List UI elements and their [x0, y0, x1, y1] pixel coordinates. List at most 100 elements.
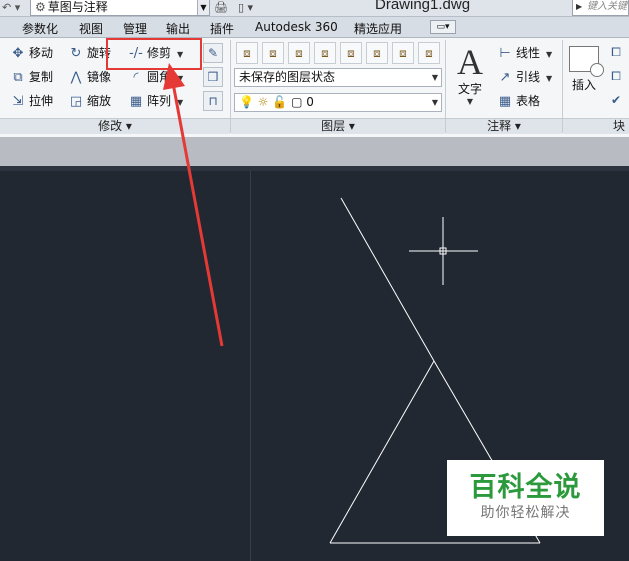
- layer-state-value: 未保存的图层状态: [239, 70, 336, 84]
- layer-icon[interactable]: ▯ ▾: [238, 0, 253, 16]
- layer-unisolate-icon[interactable]: ⧈: [314, 42, 336, 64]
- tab-manage[interactable]: 管理: [123, 20, 147, 37]
- array-button[interactable]: ▦ 阵列 ▼: [128, 91, 183, 111]
- layer-state-select[interactable]: 未保存的图层状态 ▼: [234, 68, 442, 87]
- fillet-label: 圆角: [147, 70, 172, 84]
- copy-icon: ⧉: [13, 70, 23, 85]
- chevron-down-icon: ▼: [466, 97, 474, 106]
- chevron-down-icon: ▼: [431, 98, 438, 107]
- erase-icon[interactable]: ✎: [203, 43, 223, 63]
- array-icon: ▦: [129, 94, 143, 109]
- chevron-down-icon: ▼: [431, 73, 438, 82]
- modify-panel-title[interactable]: 修改 ▾: [0, 118, 230, 134]
- stretch-label: 拉伸: [29, 94, 54, 108]
- block-panel-title[interactable]: 块: [563, 118, 629, 134]
- workspace-label: 草图与注释: [47, 0, 108, 14]
- linear-dimension-button[interactable]: ⊢ 线性 ▼: [497, 43, 552, 63]
- stretch-icon: ⇲: [12, 94, 24, 109]
- trim-highlight-box: [106, 38, 202, 70]
- leader-button[interactable]: ↗ 引线 ▼: [497, 67, 553, 87]
- leader-icon: ↗: [499, 70, 511, 85]
- table-label: 表格: [516, 94, 541, 108]
- sun-icon: ☼: [253, 95, 273, 109]
- color-swatch-icon: ▢: [291, 95, 307, 109]
- plot-icon[interactable]: 🖨: [214, 0, 228, 16]
- text-label: 文字: [457, 82, 482, 96]
- stretch-button[interactable]: ⇲ 拉伸: [10, 91, 53, 111]
- tab-featured-apps[interactable]: 精选应用: [354, 20, 402, 37]
- file-tabs-strip: [0, 137, 629, 166]
- text-button[interactable]: A 文字 ▼: [452, 44, 488, 106]
- viewport-divider: [250, 171, 251, 561]
- create-block-icon[interactable]: ⧠: [607, 43, 625, 63]
- copy-button[interactable]: ⧉ 复制: [10, 67, 53, 87]
- lightbulb-icon: 💡: [239, 95, 254, 109]
- chevron-down-icon: ▼: [197, 0, 209, 15]
- document-title: Drawing1.dwg: [375, 0, 471, 13]
- scale-icon: ◲: [69, 94, 83, 109]
- annotation-panel-title[interactable]: 注释 ▾: [446, 118, 562, 134]
- ribbon: ✥ 移动 ↻ 旋转 -/- 修剪 ▼ ✎ ⧉ 复制 ⋀ 镜像 ◜ 圆角 ▼ ❒ ⇲ 拉伸 ◲ 缩放 …: [0, 38, 629, 137]
- table-button[interactable]: ▦ 表格: [497, 91, 540, 111]
- fillet-button[interactable]: ◜ 圆角 ▼: [128, 67, 183, 87]
- play-icon: ▶: [576, 2, 583, 11]
- current-layer-select[interactable]: 💡 ☼ 🔓 ▢ 0 ▼: [234, 93, 442, 112]
- ribbon-tab-bar: 参数化 视图 管理 输出 插件 Autodesk 360 精选应用 ▭▾: [0, 17, 629, 38]
- layer-match-icon[interactable]: ⧈: [340, 42, 362, 64]
- tab-output[interactable]: 输出: [166, 20, 190, 37]
- modify-panel-label: 修改: [98, 119, 123, 133]
- table-icon: ▦: [498, 94, 512, 109]
- layer-states-icon[interactable]: ⧈: [262, 42, 284, 64]
- scale-label: 缩放: [87, 94, 112, 108]
- array-label: 阵列: [147, 94, 172, 108]
- title-bar: ↶ ▾ ⚙ 草图与注释 ▼ 🖨 ▯ ▾ Drawing1.dwg ▶ 键入关键: [0, 0, 629, 17]
- insert-block-button[interactable]: 插入: [566, 46, 604, 93]
- chevron-down-icon: ▼: [546, 74, 553, 83]
- tab-overflow-button[interactable]: ▭▾: [430, 20, 456, 34]
- text-icon: A: [457, 42, 483, 82]
- watermark-logo: 百科全说 助你轻松解决: [447, 460, 604, 536]
- watermark-subtitle: 助你轻松解决: [480, 505, 571, 521]
- tab-plugins[interactable]: 插件: [210, 20, 234, 37]
- gear-icon: ⚙: [35, 0, 46, 14]
- quick-access-undo-icon[interactable]: ↶ ▾: [0, 0, 30, 16]
- mirror-label: 镜像: [87, 70, 112, 84]
- tab-autodesk-360[interactable]: Autodesk 360: [255, 20, 338, 34]
- current-layer-value: 0: [306, 95, 314, 109]
- chevron-down-icon: ▼: [177, 98, 184, 107]
- edit-block-icon[interactable]: ⧠: [607, 67, 625, 87]
- chevron-down-icon: ▼: [177, 74, 184, 83]
- linear-label: 线性: [516, 46, 541, 60]
- move-icon: ✥: [12, 46, 24, 61]
- layers-panel-title[interactable]: 图层 ▾: [231, 118, 445, 134]
- scale-button[interactable]: ◲ 缩放: [68, 91, 111, 111]
- offset-icon[interactable]: ⊓: [203, 91, 223, 111]
- rotate-icon: ↻: [70, 46, 82, 61]
- explode-icon[interactable]: ❒: [203, 67, 223, 87]
- layer-off-icon[interactable]: ⧈: [418, 42, 440, 64]
- layer-properties-icon[interactable]: ⧈: [236, 42, 258, 64]
- move-label: 移动: [29, 46, 54, 60]
- copy-label: 复制: [29, 70, 54, 84]
- mirror-icon: ⋀: [70, 70, 82, 85]
- layer-previous-icon[interactable]: ⧈: [366, 42, 388, 64]
- insert-label: 插入: [571, 78, 596, 92]
- layer-isolate-icon[interactable]: ⧈: [288, 42, 310, 64]
- help-search-placeholder: 键入关键: [587, 1, 627, 12]
- tab-parametric[interactable]: 参数化: [22, 20, 58, 37]
- fillet-icon: ◜: [133, 70, 139, 85]
- edit-attributes-icon[interactable]: ✔: [607, 91, 625, 111]
- lock-icon: 🔓: [272, 95, 292, 109]
- workspace-select[interactable]: ⚙ 草图与注释 ▼: [30, 0, 210, 16]
- leader-label: 引线: [516, 70, 541, 84]
- mirror-button[interactable]: ⋀ 镜像: [68, 67, 111, 87]
- layer-freeze-icon[interactable]: ⧈: [392, 42, 414, 64]
- layers-panel-label: 图层: [321, 119, 346, 133]
- insert-block-icon: [569, 46, 604, 77]
- help-search-input[interactable]: ▶ 键入关键: [572, 0, 629, 16]
- tab-view[interactable]: 视图: [79, 20, 103, 37]
- chevron-down-icon: ▼: [546, 50, 553, 59]
- move-button[interactable]: ✥ 移动: [10, 43, 53, 63]
- rotate-button[interactable]: ↻ 旋转: [68, 43, 111, 63]
- linear-dimension-icon: ⊢: [499, 46, 511, 61]
